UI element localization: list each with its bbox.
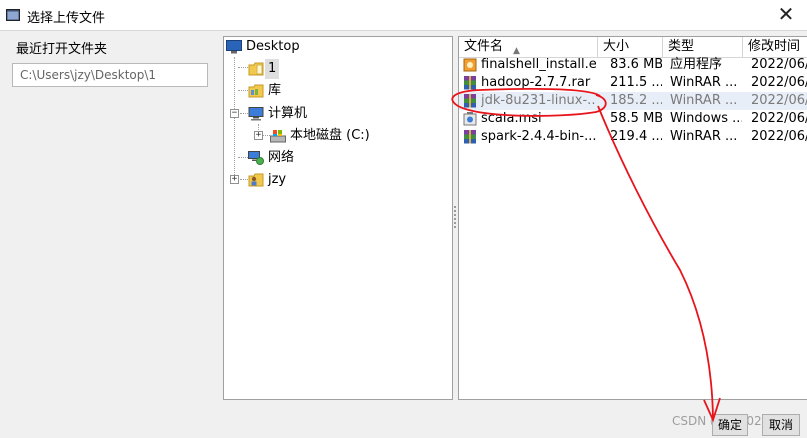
recent-folders-label: 最近打开文件夹: [16, 42, 108, 57]
file-size: 219.4 ...: [610, 129, 662, 144]
folder-tree[interactable]: Desktop 1 库 − 计算机 + 本地磁盘 (C:) 网络 + jzy: [223, 36, 453, 400]
file-type: WinRAR ...: [670, 75, 738, 90]
file-list-header: 文件名 ▲ 大小 类型 修改时间: [459, 37, 807, 58]
tree-node-label: 本地磁盘 (C:): [290, 128, 370, 143]
recent-folder-path-field[interactable]: [12, 63, 208, 87]
column-header-size[interactable]: 大小: [598, 37, 663, 57]
column-label: 大小: [603, 39, 630, 54]
installer-icon: [463, 58, 477, 72]
column-header-name[interactable]: 文件名 ▲: [459, 37, 598, 57]
column-label: 文件名: [464, 39, 504, 54]
winrar-archive-icon: [464, 76, 476, 90]
file-name: jdk-8u231-linux-...: [481, 93, 596, 108]
msi-package-icon: [463, 112, 477, 126]
tree-node-label: 1: [265, 59, 280, 79]
file-modified: 2022/06/: [751, 75, 807, 90]
file-size: 211.5 ...: [610, 75, 662, 90]
close-icon: ✕: [777, 2, 795, 26]
column-header-type[interactable]: 类型: [663, 37, 743, 57]
file-name: spark-2.4.4-bin-...: [481, 129, 596, 144]
file-type: Windows ...: [670, 111, 742, 126]
file-name: hadoop-2.7.7.rar: [481, 75, 591, 90]
file-row[interactable]: scala.msi 58.5 MB Windows ... 2022/06/: [459, 110, 807, 128]
splitter-grip-icon: [454, 206, 456, 228]
column-label: 修改时间: [748, 39, 801, 54]
column-header-modified[interactable]: 修改时间: [743, 37, 807, 57]
column-label: 类型: [668, 39, 695, 54]
file-row[interactable]: finalshell_install.e... 83.6 MB 应用程序 202…: [459, 56, 807, 74]
file-name: finalshell_install.e...: [481, 57, 596, 72]
tree-node-label: 网络: [268, 150, 295, 165]
tree-node-label: 库: [268, 83, 282, 98]
library-icon: [248, 84, 264, 98]
file-size: 58.5 MB: [610, 111, 662, 126]
desktop-icon: [226, 40, 242, 54]
file-row-highlighted[interactable]: jdk-8u231-linux-... 185.2 ... WinRAR ...…: [459, 92, 807, 110]
file-row[interactable]: spark-2.4.4-bin-... 219.4 ... WinRAR ...…: [459, 128, 807, 146]
user-folder-icon: [248, 173, 264, 187]
winrar-archive-icon: [464, 94, 476, 108]
winrar-archive-icon: [464, 130, 476, 144]
app-window-icon: [6, 9, 20, 21]
file-size: 83.6 MB: [610, 57, 662, 72]
network-icon: [248, 151, 264, 165]
tree-node-label: Desktop: [246, 39, 300, 54]
file-type: WinRAR ...: [670, 129, 738, 144]
file-type: 应用程序: [670, 57, 723, 72]
file-modified: 2022/06/: [751, 93, 807, 108]
ok-button[interactable]: 确定: [712, 414, 748, 436]
window-title: 选择上传文件: [27, 11, 106, 26]
file-row[interactable]: hadoop-2.7.7.rar 211.5 ... WinRAR ... 20…: [459, 74, 807, 92]
local-disk-icon: [270, 130, 286, 143]
file-size: 185.2 ...: [610, 93, 662, 108]
file-modified: 2022/06/: [751, 57, 807, 72]
close-button[interactable]: ✕: [772, 2, 800, 26]
expand-toggle[interactable]: +: [254, 131, 263, 140]
file-modified: 2022/06/: [751, 111, 807, 126]
file-modified: 2022/06/: [751, 129, 807, 144]
file-chooser-dialog: 选择上传文件 ✕ 最近打开文件夹 Desktop 1: [0, 0, 807, 438]
sort-ascending-icon: ▲: [513, 46, 520, 56]
file-type: WinRAR ...: [670, 93, 738, 108]
computer-icon: [248, 107, 264, 121]
file-list[interactable]: 文件名 ▲ 大小 类型 修改时间 finalshell_install.e...…: [458, 36, 807, 400]
title-bar: 选择上传文件 ✕: [0, 0, 807, 31]
cancel-button[interactable]: 取消: [762, 414, 800, 436]
file-name: scala.msi: [481, 111, 542, 126]
folder-icon: [248, 62, 264, 76]
expand-toggle[interactable]: +: [230, 175, 239, 184]
tree-node-label: jzy: [268, 172, 287, 187]
collapse-toggle[interactable]: −: [230, 109, 239, 118]
tree-node-label: 计算机: [268, 106, 308, 121]
